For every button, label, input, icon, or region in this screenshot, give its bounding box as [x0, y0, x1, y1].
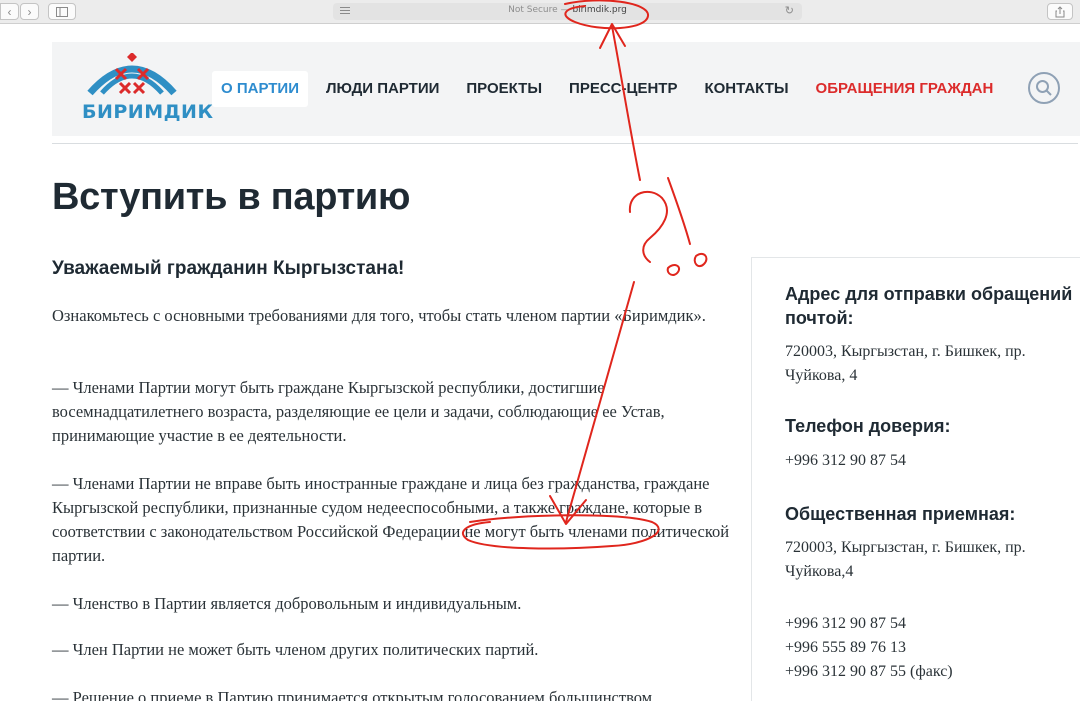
- search-button[interactable]: [1028, 72, 1060, 104]
- hotline-phone[interactable]: +996 312 90 87 54: [785, 449, 1075, 473]
- rule-paragraph-5: — Решение о приеме в Партию принимается …: [52, 688, 653, 701]
- sidebar-toggle-button[interactable]: [48, 3, 76, 20]
- site-header: БИРИМДИК О ПАРТИИ ЛЮДИ ПАРТИИ ПРОЕКТЫ ПР…: [52, 42, 1080, 136]
- nav-people[interactable]: ЛЮДИ ПАРТИИ: [317, 71, 448, 107]
- nav-press-center[interactable]: ПРЕСС-ЦЕНТР: [560, 71, 686, 107]
- reload-icon[interactable]: ↻: [785, 4, 794, 17]
- browser-toolbar: ‹ › Not Secure — birimdik.prg ↻: [0, 0, 1080, 24]
- mail-address-heading: Адрес для отправки обращений почтой:: [785, 284, 1073, 328]
- sidebar-icon: [56, 6, 68, 17]
- main-navigation: О ПАРТИИ ЛЮДИ ПАРТИИ ПРОЕКТЫ ПРЕСС-ЦЕНТР…: [212, 71, 1011, 107]
- address-bar[interactable]: Not Secure — birimdik.prg ↻: [333, 3, 802, 20]
- reception-phone-2[interactable]: +996 555 89 76 13: [785, 636, 1075, 660]
- share-icon: [1055, 5, 1065, 17]
- rule-paragraph-2: — Членами Партии не вправе быть иностран…: [52, 474, 730, 565]
- security-label: Not Secure: [508, 5, 558, 15]
- nav-about-party[interactable]: О ПАРТИИ: [212, 71, 308, 107]
- header-divider: [52, 143, 1078, 144]
- rule-paragraph-3: — Членство в Партии является добровольны…: [52, 594, 522, 613]
- exclamation-annotation: [667, 177, 691, 245]
- question-dot-annotation: [666, 264, 680, 276]
- logo-emblem-icon: [87, 53, 177, 96]
- nav-citizen-appeals[interactable]: ОБРАЩЕНИЯ ГРАЖДАН: [807, 71, 1003, 107]
- logo-text: БИРИМДИК: [82, 101, 214, 123]
- share-button[interactable]: [1047, 3, 1073, 20]
- reception-phone-1[interactable]: +996 312 90 87 54: [785, 612, 1075, 636]
- rule-paragraph-1: — Членами Партии могут быть граждане Кыр…: [52, 378, 665, 445]
- contacts-card: Адрес для отправки обращений почтой: 720…: [751, 257, 1080, 701]
- page-title: Вступить в партию: [52, 176, 411, 218]
- greeting-heading: Уважаемый гражданин Кыргызстана!: [52, 258, 405, 279]
- site-logo[interactable]: БИРИМДИК: [82, 53, 214, 125]
- question-mark-annotation: [628, 190, 668, 263]
- intro-paragraph: Ознакомьтесь с основными требованиями дл…: [52, 306, 706, 325]
- back-button[interactable]: ‹: [0, 3, 19, 20]
- reception-heading: Общественная приемная:: [785, 504, 1016, 524]
- hotline-heading: Телефон доверия:: [785, 416, 951, 436]
- address-separator: —: [560, 5, 570, 15]
- forward-button[interactable]: ›: [20, 3, 39, 20]
- rule-paragraph-4: — Член Партии не может быть членом други…: [52, 640, 539, 659]
- nav-projects[interactable]: ПРОЕКТЫ: [457, 71, 551, 107]
- search-icon: [1036, 80, 1052, 96]
- nav-contacts[interactable]: КОНТАКТЫ: [695, 71, 797, 107]
- address-host: birimdik.prg: [572, 5, 627, 15]
- exclamation-dot-annotation: [693, 252, 708, 268]
- address-text: Not Secure — birimdik.prg: [333, 5, 802, 15]
- reception-address: 720003, Кыргызстан, г. Бишкек, пр. Чуйко…: [785, 539, 1026, 580]
- mail-address: 720003, Кыргызстан, г. Бишкек, пр. Чуйко…: [785, 343, 1026, 384]
- reception-fax[interactable]: +996 312 90 87 55 (факс): [785, 660, 1075, 684]
